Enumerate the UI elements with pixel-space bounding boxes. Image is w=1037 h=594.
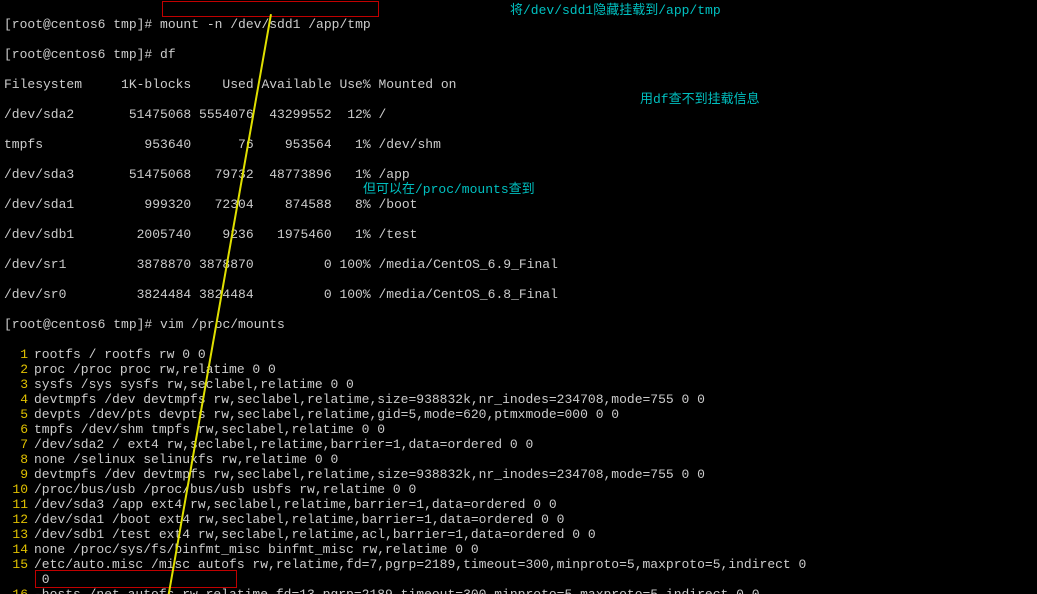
df-row: /dev/sda3 51475068 79732 48773896 1% /ap… xyxy=(4,167,1033,182)
line-text: devtmpfs /dev devtmpfs rw,seclabel,relat… xyxy=(34,392,705,407)
vim-line: 14 none /proc/sys/fs/binfmt_misc binfmt_m… xyxy=(4,542,1033,557)
line-text: devtmpfs /dev devtmpfs rw,seclabel,relat… xyxy=(34,467,705,482)
prompt: [root@centos6 tmp]# xyxy=(4,317,160,332)
line-number: 7 xyxy=(4,437,28,452)
line-text: devpts /dev/pts devpts rw,seclabel,relat… xyxy=(34,407,619,422)
line-text: /dev/sda3 /app ext4 rw,seclabel,relatime… xyxy=(34,497,557,512)
line-text: /proc/bus/usb /proc/bus/usb usbfs rw,rel… xyxy=(34,482,416,497)
df-row: /dev/sr1 3878870 3878870 0 100% /media/C… xyxy=(4,257,1033,272)
vim-line: 1 rootfs / rootfs rw 0 0 xyxy=(4,347,1033,362)
line-number: 8 xyxy=(4,452,28,467)
cmd-df: df xyxy=(160,47,176,62)
line-text: tmpfs /dev/shm tmpfs rw,seclabel,relatim… xyxy=(34,422,385,437)
line-df-cmd: [root@centos6 tmp]# df xyxy=(4,47,1033,62)
line-text: none /proc/sys/fs/binfmt_misc binfmt_mis… xyxy=(34,542,479,557)
df-row: /dev/sr0 3824484 3824484 0 100% /media/C… xyxy=(4,287,1033,302)
vim-line: 0 xyxy=(4,572,1033,587)
vim-line: 4 devtmpfs /dev devtmpfs rw,seclabel,rela… xyxy=(4,392,1033,407)
cmd-mount: mount -n /dev/sdd1 /app/tmp xyxy=(160,17,371,32)
line-number: 15 xyxy=(4,557,28,572)
line-number: 4 xyxy=(4,392,28,407)
line-text: proc /proc proc rw,relatime 0 0 xyxy=(34,362,276,377)
line-number: 13 xyxy=(4,527,28,542)
line-text: /dev/sdb1 /test ext4 rw,seclabel,relatim… xyxy=(34,527,596,542)
line-number: 12 xyxy=(4,512,28,527)
line-text: /dev/sda1 /boot ext4 rw,seclabel,relatim… xyxy=(34,512,565,527)
line-number: 10 xyxy=(4,482,28,497)
line-number: 14 xyxy=(4,542,28,557)
line-number: 3 xyxy=(4,377,28,392)
line-number: 2 xyxy=(4,362,28,377)
line-number: 6 xyxy=(4,422,28,437)
line-text: none /selinux selinuxfs rw,relatime 0 0 xyxy=(34,452,338,467)
vim-line: 6 tmpfs /dev/shm tmpfs rw,seclabel,relati… xyxy=(4,422,1033,437)
line-text: rootfs / rootfs rw 0 0 xyxy=(34,347,206,362)
vim-content: 1 rootfs / rootfs rw 0 0 2 proc /proc proc … xyxy=(4,347,1033,594)
annotation-proc-mounts: 但可以在/proc/mounts查到 xyxy=(363,182,535,197)
line-number: 9 xyxy=(4,467,28,482)
df-row: /dev/sda2 51475068 5554076 43299552 12% … xyxy=(4,107,1033,122)
df-row: tmpfs 953640 76 953564 1% /dev/shm xyxy=(4,137,1033,152)
cmd-vim: vim /proc/mounts xyxy=(160,317,285,332)
line-text: -hosts /net autofs rw,relatime,fd=13,pgr… xyxy=(34,587,760,594)
line-text: sysfs /sys sysfs rw,seclabel,relatime 0 … xyxy=(34,377,354,392)
line-text: /etc/auto.misc /misc autofs rw,relatime,… xyxy=(34,557,806,572)
vim-line: 3 sysfs /sys sysfs rw,seclabel,relatime 0… xyxy=(4,377,1033,392)
vim-line: 13/dev/sdb1 /test ext4 rw,seclabel,relat… xyxy=(4,527,1033,542)
df-header: Filesystem 1K-blocks Used Available Use%… xyxy=(4,77,1033,92)
df-row: /dev/sdb1 2005740 9236 1975460 1% /test xyxy=(4,227,1033,242)
vim-line: 8 none /selinux selinuxfs rw,relatime 0 0 xyxy=(4,452,1033,467)
line-mount: [root@centos6 tmp]# mount -n /dev/sdd1 /… xyxy=(4,17,1033,32)
terminal-output: [root@centos6 tmp]# mount -n /dev/sdd1 /… xyxy=(0,0,1037,594)
line-number: 11 xyxy=(4,497,28,512)
annotation-hidden-mount: 将/dev/sdd1隐藏挂载到/app/tmp xyxy=(510,3,721,18)
vim-line: 15/etc/auto.misc /misc autofs rw,relatim… xyxy=(4,557,1033,572)
line-text: 0 xyxy=(34,572,50,587)
prompt: [root@centos6 tmp]# xyxy=(4,47,160,62)
vim-line: 7/dev/sda2 / ext4 rw,seclabel,relatime,b… xyxy=(4,437,1033,452)
line-number: 1 xyxy=(4,347,28,362)
vim-line: 16 -hosts /net autofs rw,relatime,fd=13,p… xyxy=(4,587,1033,594)
df-row: /dev/sda1 999320 72304 874588 8% /boot xyxy=(4,197,1033,212)
vim-line: 5 devpts /dev/pts devpts rw,seclabel,rela… xyxy=(4,407,1033,422)
vim-line: 12/dev/sda1 /boot ext4 rw,seclabel,relat… xyxy=(4,512,1033,527)
vim-line: 9 devtmpfs /dev devtmpfs rw,seclabel,rela… xyxy=(4,467,1033,482)
line-number: 16 xyxy=(4,587,28,594)
line-number: 5 xyxy=(4,407,28,422)
line-text: /dev/sda2 / ext4 rw,seclabel,relatime,ba… xyxy=(34,437,533,452)
line-vim-cmd: [root@centos6 tmp]# vim /proc/mounts xyxy=(4,317,1033,332)
vim-line: 11/dev/sda3 /app ext4 rw,seclabel,relati… xyxy=(4,497,1033,512)
vim-line: 10/proc/bus/usb /proc/bus/usb usbfs rw,r… xyxy=(4,482,1033,497)
annotation-df-not-found: 用df查不到挂载信息 xyxy=(640,92,760,107)
vim-line: 2 proc /proc proc rw,relatime 0 0 xyxy=(4,362,1033,377)
prompt: [root@centos6 tmp]# xyxy=(4,17,160,32)
